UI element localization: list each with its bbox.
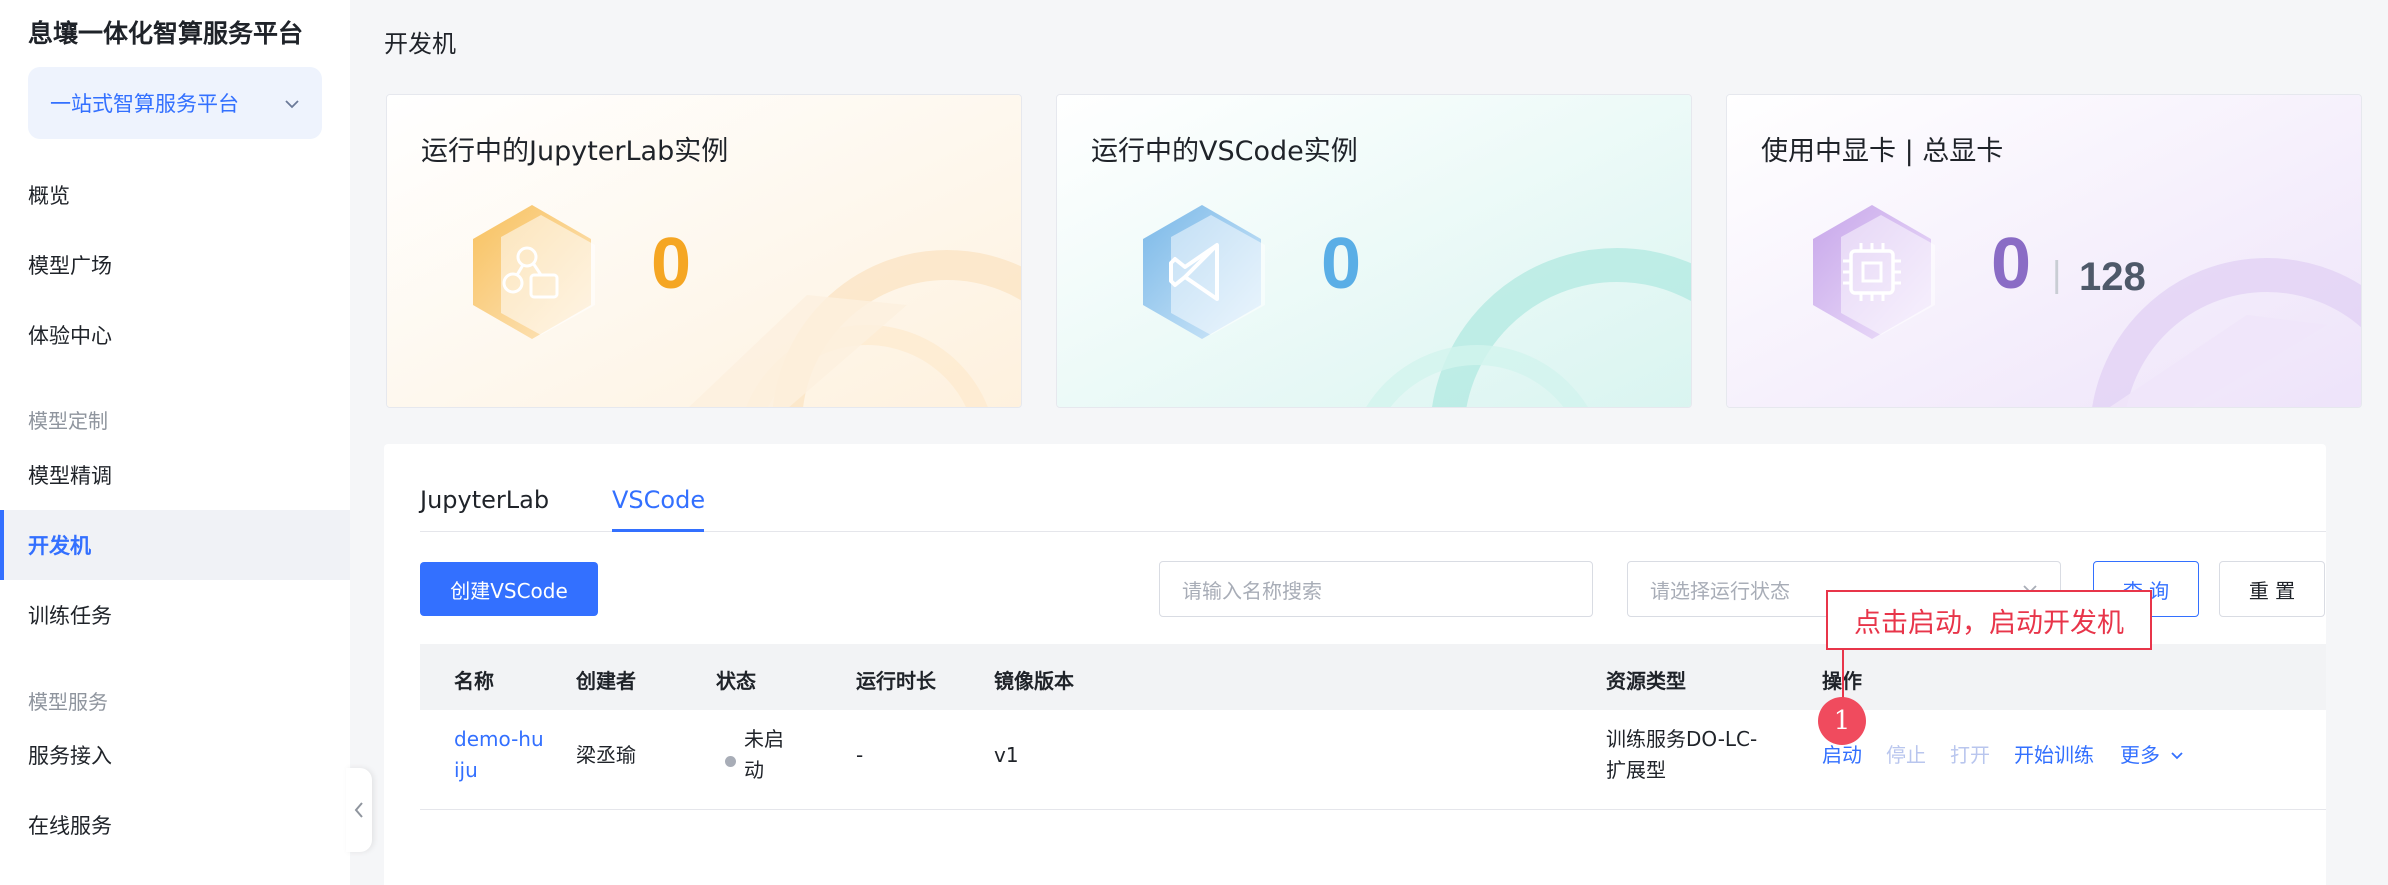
- status-text-line: 未启: [744, 727, 784, 751]
- tab-active-indicator: [612, 529, 704, 532]
- instance-name-line: demo-hu: [454, 727, 544, 751]
- gpu-used-count: 0: [1991, 224, 2032, 304]
- chevron-down-icon: [2171, 752, 2183, 760]
- brand-title: 息壤一体化智算服务平台: [28, 19, 304, 48]
- annotation-callout: 点击启动，启动开发机: [1826, 590, 2152, 650]
- gpu-separator: |: [2051, 255, 2063, 295]
- stop-action[interactable]: 停止: [1886, 740, 1926, 771]
- card-title: 运行中的VSCode实例: [1091, 136, 1358, 167]
- annotation-connector: [1842, 650, 1844, 700]
- instance-name-link[interactable]: demo-hu iju: [454, 724, 544, 786]
- nav-group-model-custom: 模型定制: [28, 409, 108, 433]
- gpu-total-count: 128: [2079, 255, 2146, 299]
- open-action[interactable]: 打开: [1950, 740, 1990, 771]
- gpu-stat-card: 使用中显卡 | 总显卡 0 | 128: [1726, 94, 2362, 408]
- gpu-chip-icon: [1813, 205, 1935, 339]
- sidebar-item-experience[interactable]: 体验中心: [0, 300, 350, 370]
- platform-select[interactable]: 一站式智算服务平台: [28, 67, 322, 139]
- tab-vscode[interactable]: VSCode: [612, 486, 705, 514]
- column-header-duration: 运行时长: [856, 669, 936, 693]
- more-actions-dropdown[interactable]: 更多: [2120, 740, 2184, 771]
- tab-bar: JupyterLab VSCode: [420, 486, 2326, 532]
- vscode-icon: [1143, 205, 1265, 339]
- sidebar-item-online-service[interactable]: 在线服务: [0, 790, 350, 860]
- start-training-action[interactable]: 开始训练: [2014, 740, 2094, 771]
- devbox-panel: JupyterLab VSCode 创建VSCode 请输入名称搜索 请选择运行…: [384, 444, 2326, 885]
- platform-select-label: 一站式智算服务平台: [50, 92, 239, 116]
- create-vscode-button[interactable]: 创建VSCode: [420, 562, 598, 616]
- nav-group-model-service: 模型服务: [28, 690, 108, 714]
- reset-button[interactable]: 重 置: [2219, 561, 2325, 617]
- annotation-step-marker: 1: [1818, 697, 1866, 745]
- status-cell: 未启 动: [744, 724, 784, 786]
- chevron-left-icon: [354, 802, 363, 818]
- image-version-cell: v1: [994, 743, 1019, 767]
- column-header-name: 名称: [454, 669, 494, 693]
- sidebar-item-service-access[interactable]: 服务接入: [0, 720, 350, 790]
- status-text-line: 动: [744, 758, 764, 782]
- column-header-image: 镜像版本: [994, 669, 1074, 693]
- column-header-status: 状态: [716, 669, 756, 693]
- sidebar-item-finetune[interactable]: 模型精调: [0, 440, 350, 510]
- sidebar: 息壤一体化智算服务平台 一站式智算服务平台 概览 模型广场 体验中心 模型定制 …: [0, 0, 350, 885]
- table-row: demo-hu iju 梁丞瑜 未启 动 - v1 训练服务DO-LC- 扩展型…: [420, 710, 2326, 810]
- resource-type-cell: 训练服务DO-LC- 扩展型: [1606, 724, 1757, 786]
- column-header-resource: 资源类型: [1606, 669, 1686, 693]
- card-title: 运行中的JupyterLab实例: [421, 136, 729, 167]
- card-title: 使用中显卡 | 总显卡: [1761, 136, 2004, 167]
- search-input-placeholder: 请输入名称搜索: [1182, 578, 1322, 603]
- jupyterlab-count: 0: [651, 224, 692, 304]
- sidebar-item-overview[interactable]: 概览: [0, 160, 350, 230]
- instance-name-line: iju: [454, 758, 478, 782]
- chevron-down-icon: [284, 93, 300, 114]
- more-actions-label: 更多: [2120, 743, 2160, 767]
- resource-type-line: 扩展型: [1606, 758, 1666, 782]
- jupyterlab-stat-card: 运行中的JupyterLab实例 0: [386, 94, 1022, 408]
- jupyterlab-icon: [473, 205, 595, 339]
- tab-jupyterlab[interactable]: JupyterLab: [420, 486, 549, 514]
- sidebar-item-devbox[interactable]: 开发机: [0, 510, 350, 580]
- table-header: 名称 创建者 状态 运行时长 镜像版本 资源类型 操作: [420, 644, 2326, 710]
- collapse-sidebar-button[interactable]: [346, 768, 372, 852]
- status-select-placeholder: 请选择运行状态: [1650, 578, 1790, 603]
- vscode-stat-card: 运行中的VSCode实例 0: [1056, 94, 1692, 408]
- page-title: 开发机: [384, 30, 456, 58]
- duration-cell: -: [856, 743, 864, 767]
- resource-type-line: 训练服务DO-LC-: [1606, 727, 1758, 751]
- sidebar-item-training[interactable]: 训练任务: [0, 580, 350, 650]
- vscode-count: 0: [1321, 224, 1362, 304]
- creator-cell: 梁丞瑜: [576, 743, 636, 767]
- sidebar-item-model-plaza[interactable]: 模型广场: [0, 230, 350, 300]
- column-header-creator: 创建者: [576, 669, 636, 693]
- search-input[interactable]: 请输入名称搜索: [1159, 561, 1593, 617]
- status-dot-icon: [725, 756, 736, 767]
